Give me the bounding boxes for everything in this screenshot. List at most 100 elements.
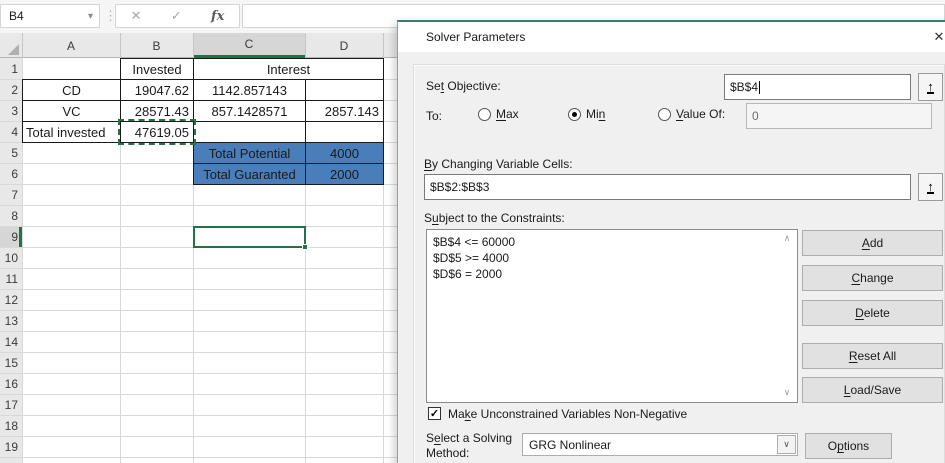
row-header-8[interactable]: 8 <box>0 205 22 226</box>
constraints-listbox[interactable]: $B$4 <= 60000 $D$5 >= 4000 $D$6 = 2000 <box>426 229 798 403</box>
constraint-item[interactable]: $B$4 <= 60000 <box>433 234 791 250</box>
fill-handle[interactable] <box>302 244 308 250</box>
solving-method-select[interactable]: GRG Nonlinear ∨ <box>522 433 798 456</box>
cell-B1[interactable]: Invested <box>120 58 194 80</box>
row-header-15[interactable]: 15 <box>0 352 22 373</box>
solving-method-label: Select a Solving Method: <box>426 431 513 460</box>
non-negative-label: Make Unconstrained Variables Non-Negativ… <box>448 407 688 421</box>
by-changing-input[interactable]: $B$2:$B$3 <box>424 174 911 200</box>
toolbar-drag-handle-icon: ⋮ <box>104 8 117 23</box>
cell-D6[interactable]: 2000 <box>305 163 384 185</box>
insert-function-icon[interactable]: fx <box>211 9 224 24</box>
header-separator <box>383 33 384 58</box>
radio-circle <box>568 107 581 121</box>
row-header-6[interactable]: 6 <box>0 163 22 184</box>
cell-D3[interactable]: 2857.143 <box>305 100 384 122</box>
cell-C1-D1-merged[interactable]: Interest <box>193 58 384 80</box>
cell-D5[interactable]: 4000 <box>305 142 384 164</box>
row-header-13[interactable]: 13 <box>0 310 22 331</box>
header-separator <box>305 33 306 58</box>
name-box[interactable]: B4 ▾ <box>0 4 100 28</box>
cell-C6[interactable]: Total Guaranted <box>193 163 306 185</box>
constraint-item[interactable]: $D$5 >= 4000 <box>433 250 791 266</box>
scroll-up-icon[interactable]: ∧ <box>780 233 794 244</box>
radio-value-of[interactable]: Value Of: <box>658 107 725 121</box>
constraint-item[interactable]: $D$6 = 2000 <box>433 266 791 282</box>
row-header-9[interactable]: 9 <box>0 226 22 247</box>
load-save-button[interactable]: Load/Save <box>802 377 943 403</box>
set-objective-label: Set Objective: <box>426 79 501 93</box>
cell-D4[interactable] <box>305 121 384 143</box>
cell-A3[interactable]: VC <box>22 100 121 122</box>
by-changing-label: By Changing Variable Cells: <box>424 157 573 171</box>
gridline-horizontal <box>0 331 397 332</box>
reset-all-button[interactable]: Reset All <box>802 343 943 369</box>
row-header-14[interactable]: 14 <box>0 331 22 352</box>
row-header-4[interactable]: 4 <box>0 121 22 142</box>
row-header-5[interactable]: 5 <box>0 142 22 163</box>
gridline-horizontal <box>0 268 397 269</box>
constraints-label: Subject to the Constraints: <box>424 211 565 225</box>
radio-circle <box>658 107 671 121</box>
collapse-dialog-icon[interactable]: ↑ <box>918 73 943 101</box>
row-header-16[interactable]: 16 <box>0 373 22 394</box>
cell-D2[interactable] <box>305 79 384 101</box>
row-header-12[interactable]: 12 <box>0 289 22 310</box>
row-header-11[interactable]: 11 <box>0 268 22 289</box>
collapse-dialog-icon[interactable]: ↑ <box>918 173 943 201</box>
formula-buttons: ✕ ✓ fx <box>115 4 240 28</box>
column-header-C[interactable]: C <box>193 33 305 58</box>
enter-icon[interactable]: ✓ <box>171 8 182 24</box>
cell-C4[interactable] <box>193 121 306 143</box>
change-button[interactable]: Change <box>802 265 943 291</box>
excel-window: B4 ▾ ⋮ ✕ ✓ fx A B C D 1 2 3 4 5 6 7 8 9 10 11 12 13 14 15 1… <box>0 0 945 463</box>
cancel-icon[interactable]: ✕ <box>131 8 142 24</box>
non-negative-checkbox[interactable]: ✓ <box>428 407 441 420</box>
name-box-dropdown-icon[interactable]: ▾ <box>88 11 93 22</box>
row-header-7[interactable]: 7 <box>0 184 22 205</box>
dialog-title-bar[interactable]: Solver Parameters <box>398 22 945 52</box>
close-icon[interactable]: ✕ <box>924 22 945 52</box>
cell-A4[interactable]: Total invested <box>22 121 121 143</box>
header-separator <box>193 33 194 58</box>
radio-circle <box>478 107 491 121</box>
cell-B2[interactable]: 19047.62 <box>120 79 194 101</box>
cell-C5[interactable]: Total Potential <box>193 142 306 164</box>
options-button[interactable]: Options <box>805 433 892 459</box>
column-header-A[interactable]: A <box>22 33 120 58</box>
chevron-down-icon[interactable]: ∨ <box>777 435 796 454</box>
header-separator <box>22 33 23 58</box>
gridline-horizontal <box>0 352 397 353</box>
row-header-17[interactable]: 17 <box>0 394 22 415</box>
dialog-title: Solver Parameters <box>426 30 526 44</box>
row-header-1[interactable]: 1 <box>0 58 22 79</box>
marching-ants-B4 <box>118 119 196 145</box>
select-all-corner[interactable] <box>0 33 22 58</box>
gridline-horizontal <box>0 289 397 290</box>
cell-C2[interactable]: 1142.857143 <box>193 79 306 101</box>
active-cell-C9[interactable] <box>193 226 306 248</box>
row-header-18[interactable]: 18 <box>0 415 22 436</box>
row-header-2[interactable]: 2 <box>0 79 22 100</box>
cell-A2[interactable]: CD <box>22 79 121 101</box>
radio-min[interactable]: Min <box>568 107 605 121</box>
to-label: To: <box>426 109 443 123</box>
header-separator <box>120 33 121 58</box>
gridline-horizontal <box>0 310 397 311</box>
set-objective-input[interactable]: $B$4 <box>724 74 911 100</box>
scroll-down-icon[interactable]: ∨ <box>780 387 794 398</box>
row-header-3[interactable]: 3 <box>0 100 22 121</box>
column-header-D[interactable]: D <box>305 33 383 58</box>
radio-max[interactable]: Max <box>478 107 519 121</box>
add-button[interactable]: Add <box>802 230 943 256</box>
row-header-10[interactable]: 10 <box>0 247 22 268</box>
gridline-horizontal <box>0 436 397 437</box>
gridline-horizontal <box>0 415 397 416</box>
column-header-B[interactable]: B <box>120 33 193 58</box>
gridline-horizontal <box>0 205 397 206</box>
cell-C3[interactable]: 857.1428571 <box>193 100 306 122</box>
row-header-19[interactable]: 19 <box>0 436 22 457</box>
value-of-input[interactable]: 0 <box>746 103 932 129</box>
delete-button[interactable]: Delete <box>802 300 943 326</box>
solver-parameters-dialog: Solver Parameters ✕ Set Objective: $B$4 … <box>397 20 945 463</box>
